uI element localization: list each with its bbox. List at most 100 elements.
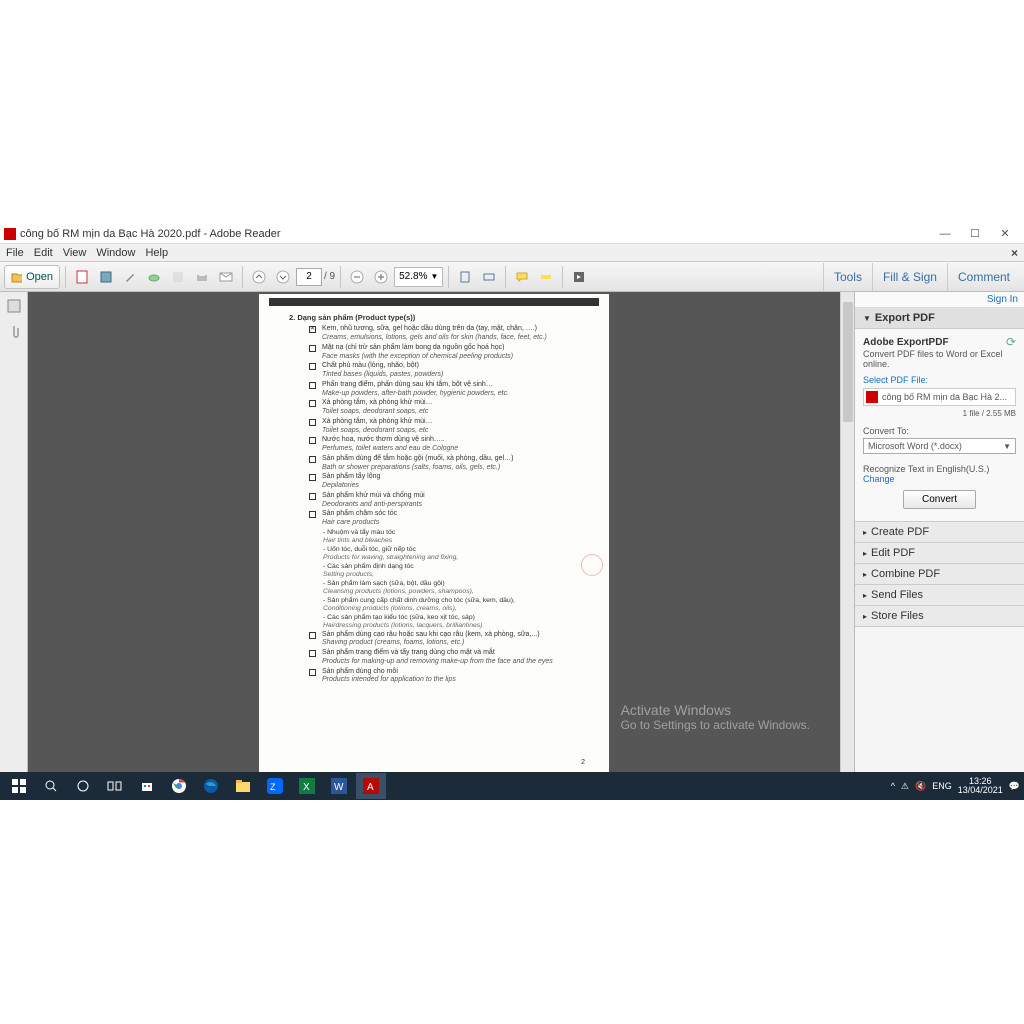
volume-icon[interactable]: 🔇 bbox=[915, 781, 926, 792]
close-button[interactable]: ✕ bbox=[990, 225, 1020, 243]
clock-date[interactable]: 13/04/2021 bbox=[958, 786, 1003, 795]
tab-comment[interactable]: Comment bbox=[947, 263, 1020, 291]
pdf-file-icon bbox=[866, 391, 878, 403]
checkbox bbox=[309, 669, 316, 676]
wifi-icon[interactable]: ⚠ bbox=[901, 781, 909, 792]
taskbar: Z X W A ^ ⚠ 🔇 ENG 13:26 13/04/2021 💬 bbox=[0, 772, 1024, 800]
format-select[interactable]: Microsoft Word (*.docx)▼ bbox=[863, 438, 1016, 454]
menu-help[interactable]: Help bbox=[145, 247, 168, 259]
taskview-icon[interactable] bbox=[100, 773, 130, 799]
minimize-button[interactable]: — bbox=[930, 225, 960, 243]
item-vn: Xà phòng tắm, xà phòng khử mùi… bbox=[322, 399, 433, 406]
accord-combine-pdf[interactable]: ▸Combine PDF bbox=[855, 564, 1024, 585]
convert-button[interactable]: Convert bbox=[903, 490, 976, 509]
menu-view[interactable]: View bbox=[63, 247, 87, 259]
pdf-icon bbox=[4, 228, 16, 240]
selected-file[interactable]: công bố RM mịn da Bạc Hà 2... bbox=[863, 388, 1016, 406]
fit-page-icon[interactable] bbox=[454, 266, 476, 288]
edit-icon[interactable] bbox=[119, 266, 141, 288]
item-vn: Sản phẩm khử mùi và chống mùi bbox=[322, 492, 425, 499]
comment-bubble-icon[interactable] bbox=[511, 266, 533, 288]
item-vn: Sản phẩm dùng để tắm hoặc gội (muối, xà … bbox=[322, 455, 513, 462]
tab-tools[interactable]: Tools bbox=[823, 263, 872, 291]
title-bar: công bố RM mịn da Bạc Hà 2020.pdf - Adob… bbox=[0, 224, 1024, 244]
checkbox bbox=[309, 345, 316, 352]
checkbox bbox=[309, 382, 316, 389]
cloud-icon[interactable] bbox=[143, 266, 165, 288]
zoom-select[interactable]: 52.8%▼ bbox=[394, 267, 443, 287]
page-number: 2 bbox=[581, 759, 585, 768]
excel-icon[interactable]: X bbox=[292, 773, 322, 799]
folder-icon bbox=[11, 271, 22, 283]
open-button[interactable]: Open bbox=[4, 265, 60, 289]
zalo-icon[interactable]: Z bbox=[260, 773, 290, 799]
thumbnails-icon[interactable] bbox=[6, 298, 22, 314]
zoom-out-icon[interactable] bbox=[346, 266, 368, 288]
accord-create-pdf[interactable]: ▸Create PDF bbox=[855, 522, 1024, 543]
item-en: Depilatories bbox=[322, 482, 581, 491]
search-icon[interactable] bbox=[36, 773, 66, 799]
accord-label: Edit PDF bbox=[871, 547, 915, 559]
change-link[interactable]: Change bbox=[863, 474, 1016, 484]
checkbox bbox=[309, 511, 316, 518]
item-vn: Chất phủ màu (lỏng, nhão, bột) bbox=[322, 362, 419, 369]
accord-store-files[interactable]: ▸Store Files bbox=[855, 606, 1024, 627]
checkbox-row: Sản phẩm tẩy lôngDepilatories bbox=[309, 473, 581, 491]
save-icon[interactable] bbox=[95, 266, 117, 288]
page-down-icon[interactable] bbox=[272, 266, 294, 288]
accord-export-pdf[interactable]: ▼Export PDF bbox=[855, 308, 1024, 329]
pdf-page: 2. Dạng sản phẩm (Product type(s)) Kem, … bbox=[259, 294, 609, 772]
accord-label: Create PDF bbox=[871, 526, 929, 538]
maximize-button[interactable]: ☐ bbox=[960, 225, 990, 243]
fit-width-icon[interactable] bbox=[478, 266, 500, 288]
sub-line: Products for waving, straightening and f… bbox=[323, 554, 581, 562]
accord-edit-pdf[interactable]: ▸Edit PDF bbox=[855, 543, 1024, 564]
menu-file[interactable]: File bbox=[6, 247, 24, 259]
attachment-icon[interactable] bbox=[7, 324, 21, 340]
scroll-thumb[interactable] bbox=[843, 302, 853, 422]
item-en: Toilet soaps, deodorant soaps, etc bbox=[322, 408, 581, 417]
email-icon[interactable] bbox=[215, 266, 237, 288]
tray-chevron-icon[interactable]: ^ bbox=[891, 781, 895, 791]
right-panel: Sign In ▼Export PDF Adobe ExportPDF ⟳ Co… bbox=[854, 292, 1024, 772]
lang-indicator[interactable]: ENG bbox=[932, 781, 952, 791]
zoom-in-icon[interactable] bbox=[370, 266, 392, 288]
cortana-icon[interactable] bbox=[68, 773, 98, 799]
item-en: Tinted bases (liquids, pastes, powders) bbox=[322, 371, 581, 380]
document-area[interactable]: 2. Dạng sản phẩm (Product type(s)) Kem, … bbox=[28, 292, 840, 772]
adobe-reader-taskbar-icon[interactable]: A bbox=[356, 773, 386, 799]
explorer-icon[interactable] bbox=[228, 773, 258, 799]
accord-send-files[interactable]: ▸Send Files bbox=[855, 585, 1024, 606]
windows-watermark: Activate Windows Go to Settings to activ… bbox=[621, 702, 810, 732]
item-en: Deodorants and anti-perspirants bbox=[322, 501, 581, 510]
nav-strip bbox=[0, 292, 28, 772]
store-icon[interactable] bbox=[132, 773, 162, 799]
edge-icon[interactable] bbox=[196, 773, 226, 799]
item-en: Face masks (with the exception of chemic… bbox=[322, 353, 581, 362]
read-mode-icon[interactable] bbox=[568, 266, 590, 288]
highlight-icon[interactable] bbox=[535, 266, 557, 288]
menu-edit[interactable]: Edit bbox=[34, 247, 53, 259]
chrome-icon[interactable] bbox=[164, 773, 194, 799]
sign-in-link[interactable]: Sign In bbox=[855, 292, 1024, 308]
convert-to-label: Convert To: bbox=[863, 426, 1016, 436]
checkbox-row: Sản phẩm trang điểm và tẩy trang dùng ch… bbox=[309, 649, 581, 667]
format-value: Microsoft Word (*.docx) bbox=[868, 441, 962, 451]
page-up-icon[interactable] bbox=[248, 266, 270, 288]
cloud-refresh-icon[interactable]: ⟳ bbox=[1006, 335, 1016, 349]
scrollbar[interactable] bbox=[840, 292, 854, 772]
page-input[interactable] bbox=[296, 268, 322, 286]
menu-window[interactable]: Window bbox=[96, 247, 135, 259]
word-icon[interactable]: W bbox=[324, 773, 354, 799]
svg-text:W: W bbox=[334, 782, 344, 793]
save-disk-icon[interactable] bbox=[167, 266, 189, 288]
create-pdf-icon[interactable] bbox=[71, 266, 93, 288]
menu-close-doc[interactable]: × bbox=[1011, 246, 1018, 260]
sub-line: Hairdressing products (lotions, lacquers… bbox=[323, 622, 581, 630]
item-vn: Mặt nạ (chỉ trừ sản phẩm làm bong da ngu… bbox=[322, 344, 505, 351]
tab-fill-sign[interactable]: Fill & Sign bbox=[872, 263, 947, 291]
notifications-icon[interactable]: 💬 bbox=[1009, 781, 1020, 792]
print-icon[interactable] bbox=[191, 266, 213, 288]
sub-line: - Sản phẩm cung cấp chất dinh dưỡng cho … bbox=[323, 597, 581, 605]
start-button[interactable] bbox=[4, 773, 34, 799]
